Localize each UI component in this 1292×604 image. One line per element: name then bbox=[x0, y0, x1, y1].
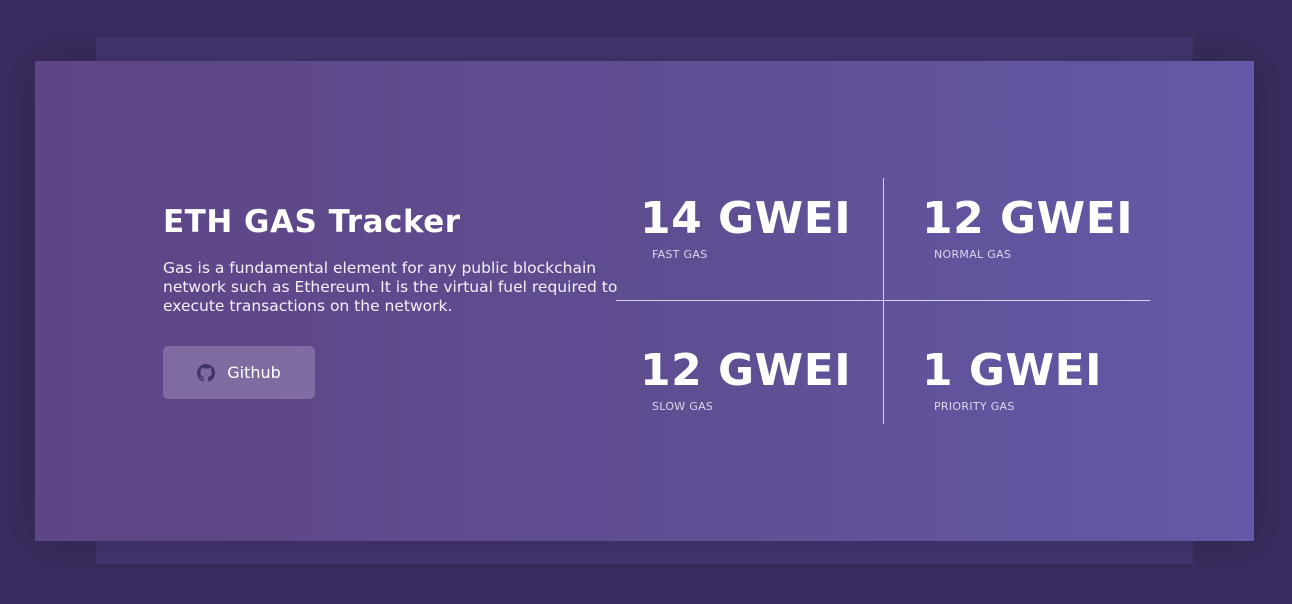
priority-gas-label: PRIORITY GAS bbox=[934, 400, 1015, 413]
stat-priority-gas: 1 GWEI PRIORITY GAS bbox=[922, 345, 1103, 414]
gas-stats-grid: 14 GWEI FAST GAS 12 GWEI NORMAL GAS 12 G… bbox=[616, 178, 1150, 424]
page-title: ETH GAS Tracker bbox=[163, 204, 461, 240]
stat-normal-gas: 12 GWEI NORMAL GAS bbox=[922, 193, 1134, 262]
normal-gas-label: NORMAL GAS bbox=[934, 248, 1012, 261]
github-button-label: Github bbox=[227, 363, 281, 382]
intro-section: ETH GAS Tracker Gas is a fundamental ele… bbox=[163, 203, 623, 316]
horizontal-divider bbox=[616, 300, 1150, 301]
description-text: Gas is a fundamental element for any pub… bbox=[163, 259, 618, 315]
stat-fast-gas: 14 GWEI FAST GAS bbox=[640, 193, 852, 262]
slow-gas-label: SLOW GAS bbox=[652, 400, 714, 413]
github-icon bbox=[197, 363, 216, 382]
gas-tracker-card: ETH GAS Tracker Gas is a fundamental ele… bbox=[35, 61, 1254, 541]
priority-gas-value: 1 GWEI bbox=[922, 345, 1103, 396]
fast-gas-label: FAST GAS bbox=[652, 248, 708, 261]
stat-slow-gas: 12 GWEI SLOW GAS bbox=[640, 345, 852, 414]
normal-gas-value: 12 GWEI bbox=[922, 193, 1134, 244]
vertical-divider bbox=[883, 178, 884, 424]
github-button[interactable]: Github bbox=[163, 346, 315, 399]
fast-gas-value: 14 GWEI bbox=[640, 193, 852, 244]
slow-gas-value: 12 GWEI bbox=[640, 345, 852, 396]
